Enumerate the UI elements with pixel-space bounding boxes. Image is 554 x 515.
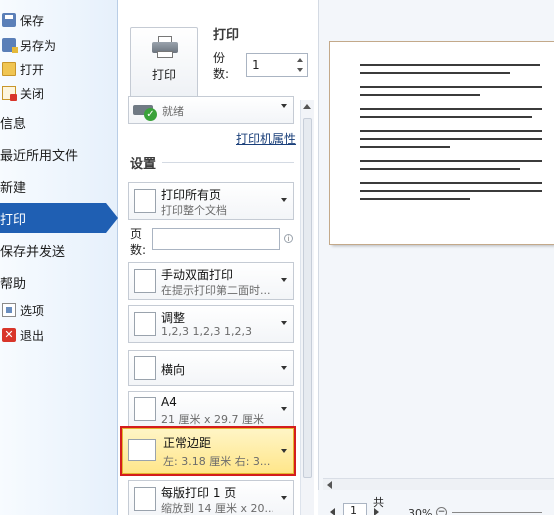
nav-close[interactable]: 关闭 — [0, 81, 118, 105]
chevron-down-icon — [281, 366, 287, 370]
pages-label: 页数: — [130, 227, 147, 257]
chevron-down-icon — [281, 407, 287, 411]
active-nav-pointer — [106, 203, 118, 233]
nav-help-label: 帮助 — [0, 276, 27, 292]
print-range-title: 打印所有页 — [161, 188, 222, 202]
pages-input[interactable] — [152, 228, 280, 250]
printer-icon — [152, 36, 178, 58]
zoom-level: 30% — [408, 507, 433, 515]
info-icon[interactable]: i — [284, 234, 293, 243]
nav-save-send-label: 保存并发送 — [0, 244, 66, 260]
nav-new-label: 新建 — [0, 180, 27, 196]
copies-label: 份数: — [213, 51, 230, 81]
settings-scrollbar[interactable] — [300, 100, 314, 515]
copies-decrement-icon[interactable] — [297, 68, 303, 72]
printer-ready-icon: ✓ — [133, 102, 159, 121]
orientation-select[interactable]: 横向 — [128, 350, 294, 386]
nav-save-send[interactable]: 保存并发送 — [0, 235, 118, 265]
nav-options[interactable]: 选项 — [0, 298, 118, 322]
chevron-down-icon — [281, 321, 287, 325]
settings-heading: 设置 — [130, 157, 157, 172]
previous-page-icon[interactable] — [330, 508, 335, 515]
collate-title: 调整 — [161, 311, 186, 325]
duplex-select[interactable]: 手动双面打印 在提示打印第二面时... — [128, 262, 294, 300]
nav-options-label: 选项 — [20, 303, 45, 318]
collate-subtitle: 1,2,3 1,2,3 1,2,3 — [161, 325, 252, 338]
pages-icon — [134, 189, 156, 213]
duplex-subtitle: 在提示打印第二面时... — [161, 284, 271, 297]
preview-horizontal-scrollbar[interactable] — [323, 478, 554, 490]
orientation-title: 横向 — [161, 363, 186, 377]
nav-print[interactable]: 打印 — [0, 203, 106, 233]
nav-print-label: 打印 — [0, 212, 27, 228]
backstage-nav: 保存 另存为 打开 关闭 信息 最近所用文件 新建 打印 保存并发送 帮助 选项… — [0, 0, 118, 515]
folder-open-icon — [2, 62, 16, 76]
print-range-subtitle: 打印整个文档 — [161, 204, 227, 217]
scroll-thumb[interactable] — [303, 118, 312, 478]
nav-info[interactable]: 信息 — [0, 107, 118, 137]
printer-status: 就绪 — [162, 105, 184, 118]
save-icon — [2, 13, 16, 27]
page-number-input[interactable]: 1 — [343, 503, 367, 515]
duplex-title: 手动双面打印 — [161, 268, 234, 282]
orientation-icon — [134, 356, 156, 380]
nav-help[interactable]: 帮助 — [0, 267, 118, 297]
pages-per-sheet-icon — [134, 487, 156, 511]
nav-open-label: 打开 — [20, 62, 45, 77]
print-button-label: 打印 — [151, 68, 176, 82]
settings-divider — [162, 162, 294, 163]
chevron-down-icon — [281, 198, 287, 202]
close-document-icon — [2, 86, 17, 101]
nav-close-label: 关闭 — [20, 86, 45, 101]
scroll-up-icon[interactable] — [303, 104, 311, 109]
paper-size-subtitle: 21 厘米 x 29.7 厘米 — [161, 413, 264, 426]
copies-increment-icon[interactable] — [297, 58, 303, 62]
margins-callout-box — [120, 426, 296, 476]
zoom-slider[interactable] — [452, 512, 542, 513]
nav-open[interactable]: 打开 — [0, 57, 118, 81]
nav-exit[interactable]: ✕ 退出 — [0, 323, 118, 347]
paper-size-select[interactable]: A4 21 厘米 x 29.7 厘米 — [128, 391, 294, 427]
collate-icon — [134, 312, 156, 336]
save-as-icon — [2, 38, 18, 53]
nav-exit-label: 退出 — [20, 328, 45, 343]
pages-per-sheet-select[interactable]: 每版打印 1 页 缩放到 14 厘米 x 20... — [128, 480, 294, 515]
printer-select[interactable]: ✓ 就绪 — [128, 96, 294, 124]
pages-per-sheet-title: 每版打印 1 页 — [161, 486, 237, 500]
exit-icon: ✕ — [2, 328, 16, 342]
paper-size-icon — [134, 397, 156, 421]
nav-info-label: 信息 — [0, 116, 27, 132]
zoom-out-icon[interactable]: − — [436, 507, 447, 515]
pages-per-sheet-subtitle: 缩放到 14 厘米 x 20... — [161, 502, 273, 515]
chevron-down-icon — [281, 496, 287, 500]
chevron-down-icon — [281, 104, 287, 108]
paper-size-title: A4 — [161, 395, 177, 409]
nav-recent-label: 最近所用文件 — [0, 148, 79, 164]
preview-page — [330, 42, 554, 244]
print-heading: 打印 — [213, 28, 240, 43]
nav-recent[interactable]: 最近所用文件 — [0, 139, 118, 169]
nav-save-as-label: 另存为 — [20, 38, 57, 53]
next-page-icon[interactable] — [374, 508, 379, 515]
print-button[interactable]: 打印 — [130, 27, 198, 99]
nav-save[interactable]: 保存 — [0, 8, 118, 32]
nav-new[interactable]: 新建 — [0, 171, 118, 201]
copies-value: 1 — [252, 58, 260, 72]
duplex-icon — [134, 269, 156, 293]
nav-save-label: 保存 — [20, 13, 45, 28]
options-icon — [2, 303, 16, 317]
nav-save-as[interactable]: 另存为 — [0, 33, 118, 57]
scroll-left-icon[interactable] — [327, 481, 332, 489]
copies-input[interactable]: 1 — [246, 53, 308, 77]
chevron-down-icon — [281, 278, 287, 282]
print-range-select[interactable]: 打印所有页 打印整个文档 — [128, 182, 294, 220]
printer-properties-link[interactable]: 打印机属性 — [236, 130, 296, 147]
collate-select[interactable]: 调整 1,2,3 1,2,3 1,2,3 — [128, 305, 294, 343]
